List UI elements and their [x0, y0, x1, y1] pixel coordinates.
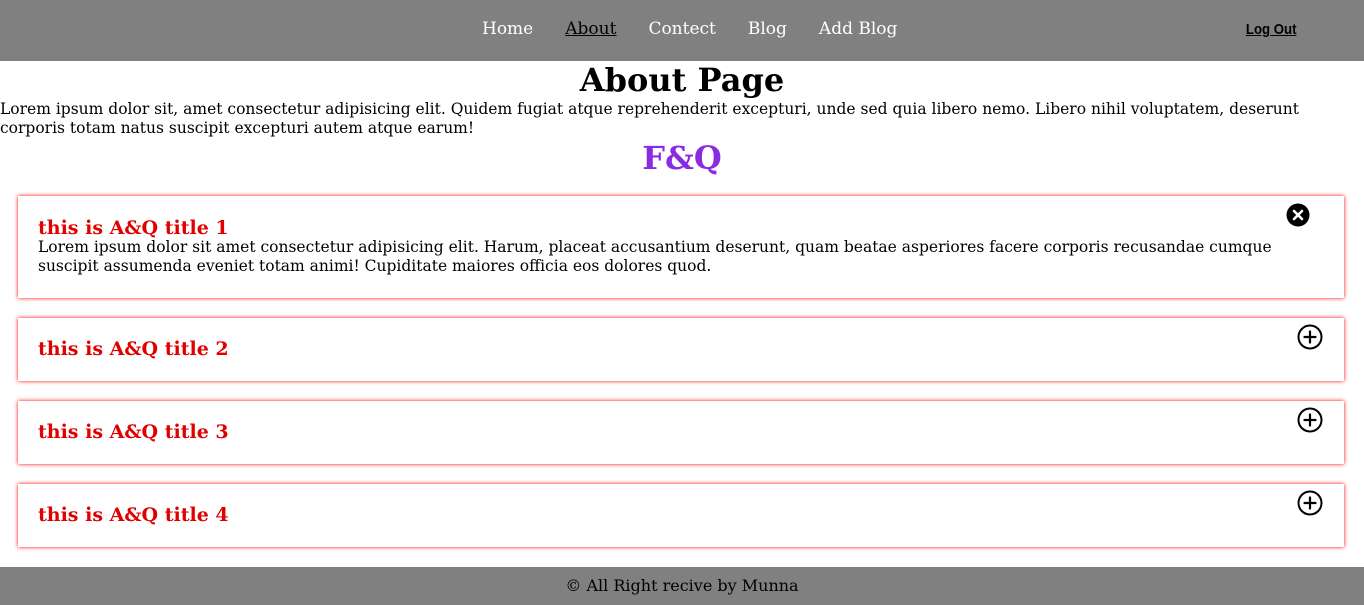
faq-answer: Lorem ipsum dolor sit amet consectetur a…: [38, 238, 1272, 275]
nav-links: Home About Contect Blog Add Blog: [482, 19, 929, 39]
nav-link-add-blog[interactable]: Add Blog: [819, 19, 898, 39]
faq-item-2[interactable]: this is A&Q title 2: [18, 318, 1344, 381]
footer: © All Right recive by Munna: [0, 567, 1364, 605]
faq-heading: F&Q: [642, 139, 722, 177]
nav-link-contact[interactable]: Contect: [648, 19, 715, 39]
nav-link-blog[interactable]: Blog: [748, 19, 787, 39]
faq-item-1: this is A&Q title 1 Lorem ipsum dolor si…: [18, 196, 1344, 298]
page-title: About Page: [579, 61, 785, 99]
faq-title: this is A&Q title 2: [38, 338, 229, 360]
close-circle-icon[interactable]: [1286, 203, 1310, 227]
intro-paragraph: Lorem ipsum dolor sit, amet consectetur …: [0, 100, 1299, 137]
plus-circle-icon[interactable]: [1297, 407, 1323, 433]
faq-title: this is A&Q title 4: [38, 504, 229, 526]
navbar: Home About Contect Blog Add Blog Log Out: [0, 0, 1364, 61]
faq-item-4[interactable]: this is A&Q title 4: [18, 484, 1344, 547]
nav-link-home[interactable]: Home: [482, 19, 533, 39]
faq-title: this is A&Q title 3: [38, 421, 229, 443]
faq-title: this is A&Q title 1: [38, 217, 229, 239]
plus-circle-icon[interactable]: [1297, 324, 1323, 350]
faq-item-3[interactable]: this is A&Q title 3: [18, 401, 1344, 464]
logout-link[interactable]: Log Out: [1245, 21, 1296, 38]
nav-link-about[interactable]: About: [565, 19, 616, 39]
plus-circle-icon[interactable]: [1297, 490, 1323, 516]
footer-text: © All Right recive by Munna: [565, 576, 799, 595]
